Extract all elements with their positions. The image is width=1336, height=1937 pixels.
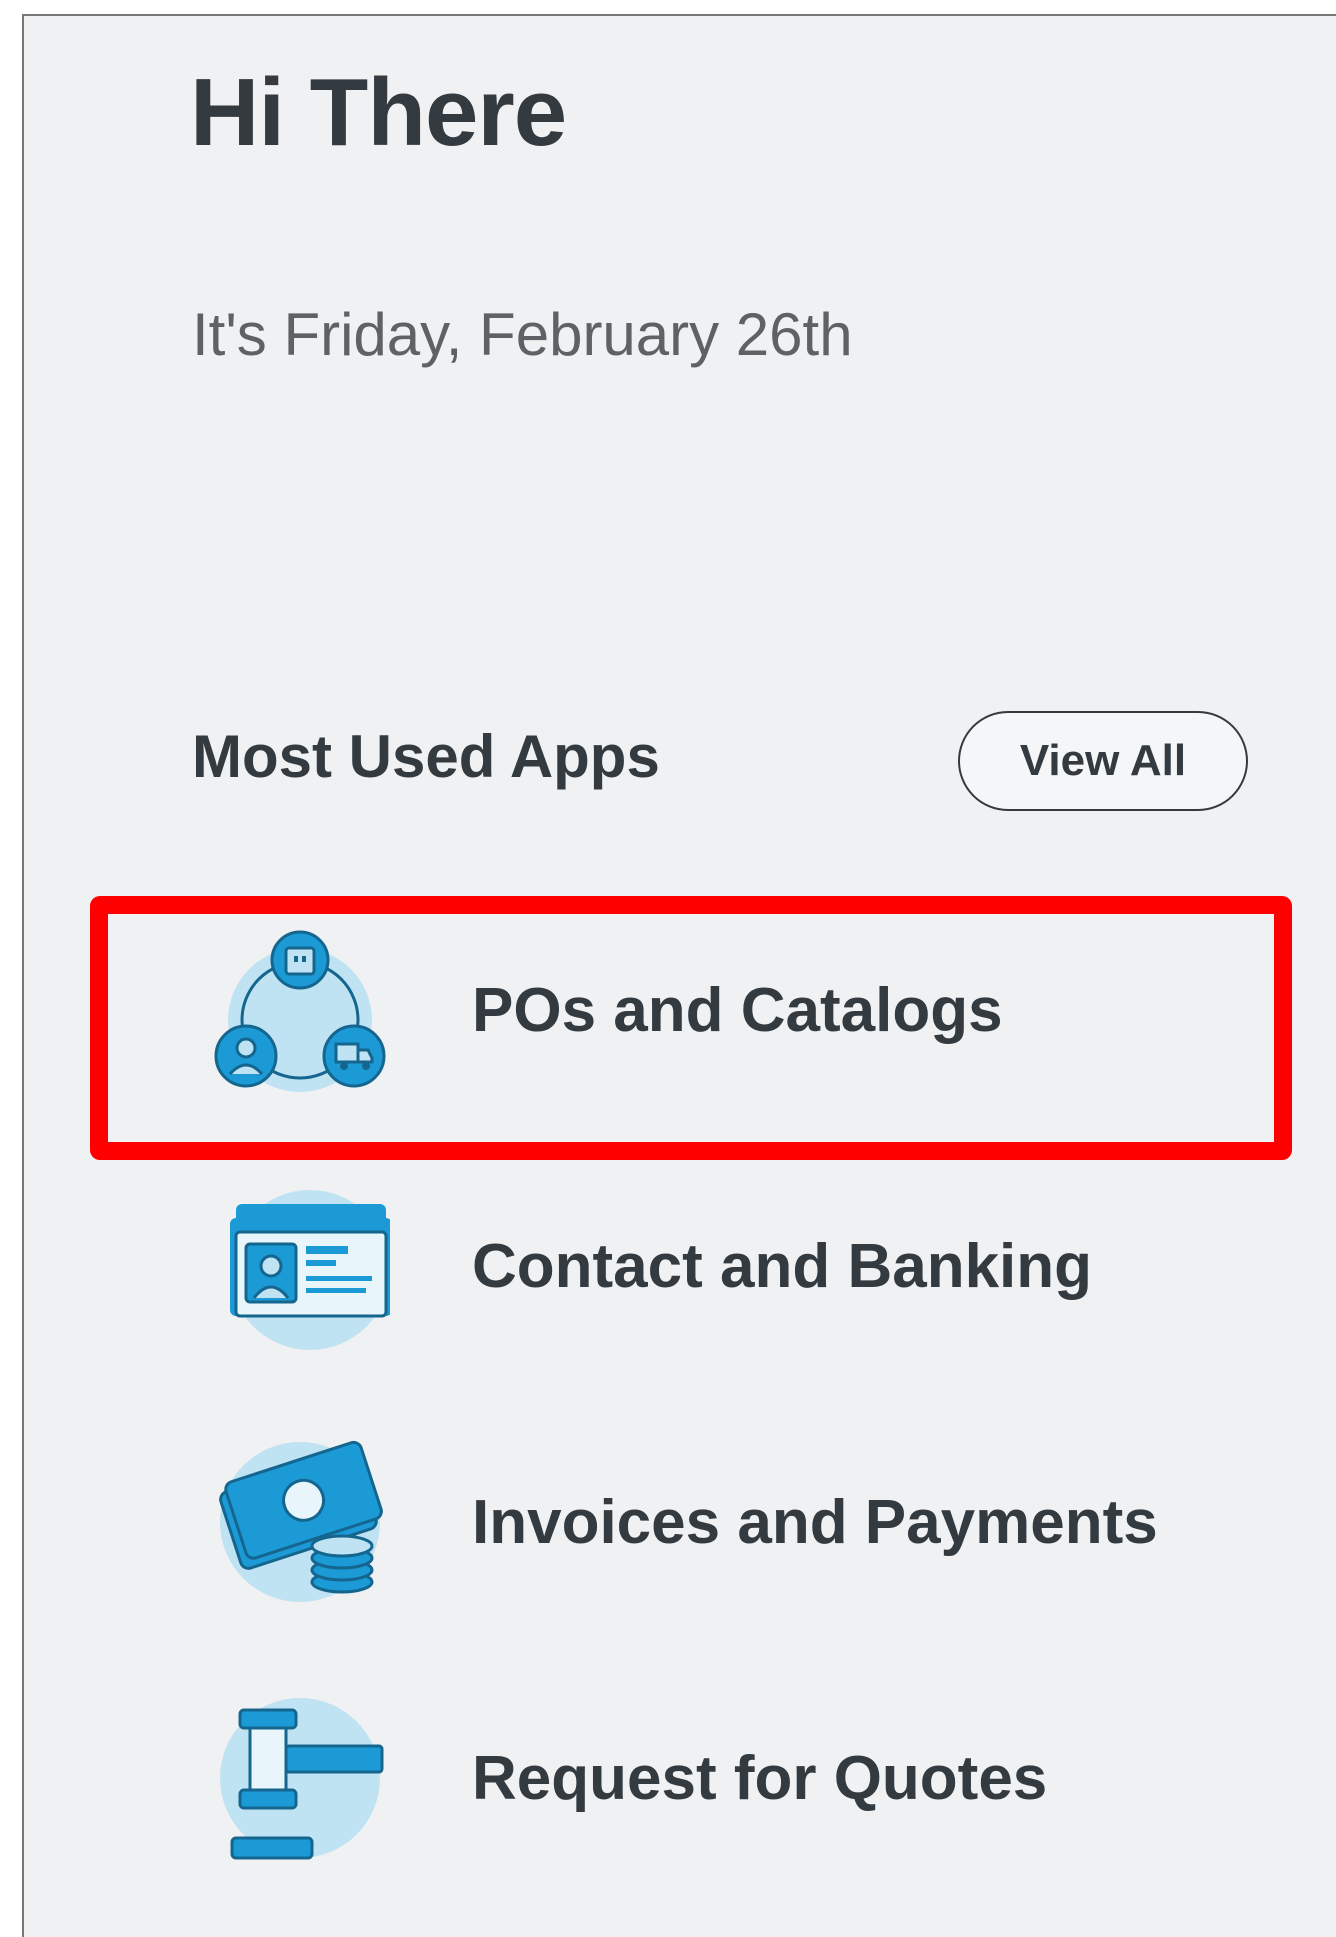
app-label-request-for-quotes: Request for Quotes [472,1743,1048,1813]
app-label-contact-and-banking: Contact and Banking [472,1231,1093,1301]
app-item-pos-and-catalogs[interactable]: POs and Catalogs [210,920,1250,1100]
page: Hi There It's Friday, February 26th Most… [0,0,1336,1937]
app-item-invoices-and-payments[interactable]: Invoices and Payments [210,1432,1250,1612]
app-label-pos-and-catalogs: POs and Catalogs [472,975,1003,1045]
contact-card-icon [230,1190,390,1350]
app-label-invoices-and-payments: Invoices and Payments [472,1487,1158,1557]
date-text: It's Friday, February 26th [192,301,853,368]
pos-catalogs-icon [214,930,386,1092]
money-coins-icon [219,1440,383,1602]
gavel-icon [220,1698,384,1860]
view-all-button[interactable]: View All [958,711,1248,811]
app-item-request-for-quotes[interactable]: Request for Quotes [210,1688,1250,1868]
app-item-contact-and-banking[interactable]: Contact and Banking [210,1176,1250,1356]
most-used-apps-heading: Most Used Apps [192,723,660,790]
page-title: Hi There [190,59,567,166]
